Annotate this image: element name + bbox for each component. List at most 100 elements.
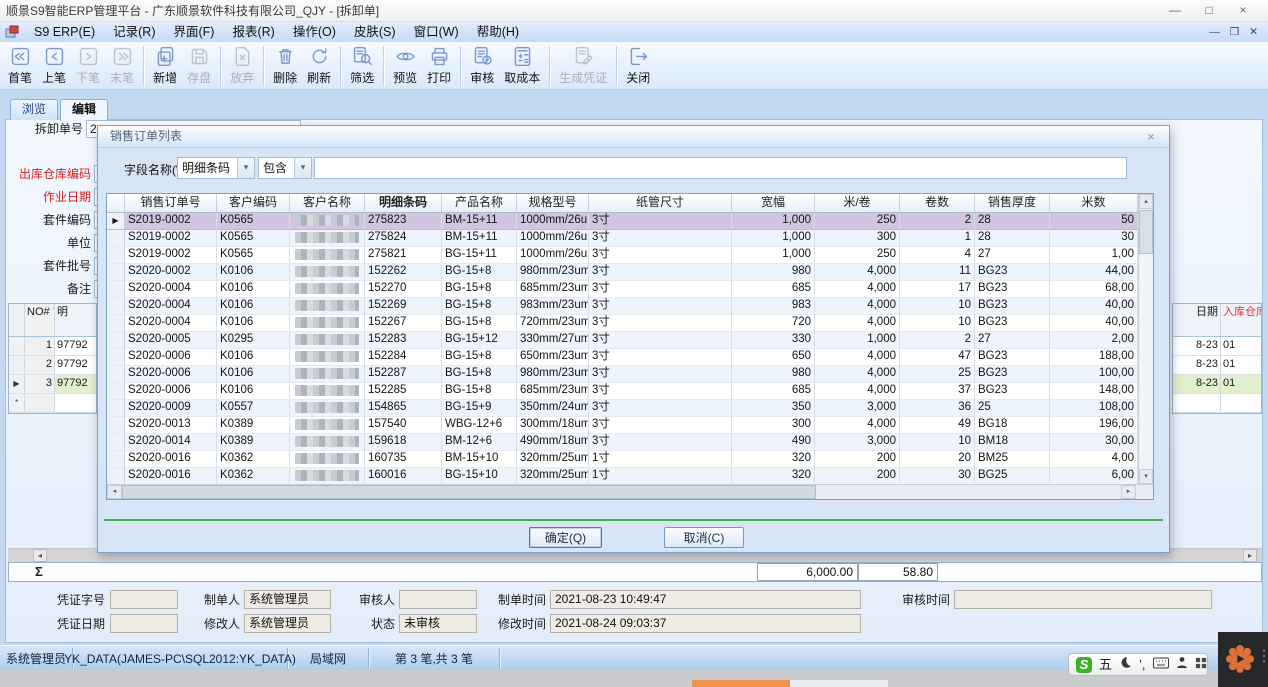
toolbar-preview-eye-button[interactable]: 预览 bbox=[388, 44, 422, 87]
column-header-11[interactable]: 销售厚度 bbox=[975, 194, 1050, 212]
column-header-4[interactable]: 明细条码 bbox=[365, 194, 442, 212]
detail-grid-left[interactable]: NO#明197792297792▶397792* bbox=[8, 303, 97, 414]
sales-table-row-10[interactable]: S2020-0006K0106152287BG-15+8980mm/23um..… bbox=[107, 366, 1138, 383]
hscroll-thumb[interactable] bbox=[122, 485, 816, 499]
menu-item-8[interactable]: 帮助(H) bbox=[468, 23, 528, 42]
column-header-6[interactable]: 规格型号 bbox=[517, 194, 589, 212]
menu-item-4[interactable]: 报表(R) bbox=[223, 23, 283, 42]
mdi-restore-icon[interactable]: ❒ bbox=[1230, 26, 1239, 38]
moon-icon[interactable] bbox=[1119, 656, 1132, 674]
scroll-left-icon[interactable]: ◂ bbox=[33, 549, 47, 562]
corner-app-window[interactable] bbox=[1218, 632, 1268, 687]
left-grid-row-3[interactable]: ▶397792 bbox=[9, 375, 96, 394]
scroll-right-icon[interactable]: ▸ bbox=[1243, 549, 1257, 562]
right-grid-row-1[interactable]: 8-2301 bbox=[1173, 337, 1261, 356]
mdi-close-icon[interactable]: ✕ bbox=[1249, 26, 1258, 38]
dialog-titlebar[interactable]: 销售订单列表 × bbox=[98, 126, 1169, 148]
left-grid-row-1[interactable]: 197792 bbox=[9, 337, 96, 356]
menu-item-5[interactable]: 操作(O) bbox=[284, 23, 345, 42]
right-grid-row-4[interactable] bbox=[1173, 394, 1261, 413]
column-header-7[interactable]: 纸管尺寸 bbox=[589, 194, 732, 212]
chevron-down-icon[interactable]: ▾ bbox=[237, 158, 254, 178]
vscroll-thumb[interactable] bbox=[1139, 210, 1153, 254]
toolbar-delete-trash-button[interactable]: 删除 bbox=[268, 44, 302, 87]
menu-item-1[interactable]: S9 ERP(E) bbox=[25, 23, 104, 42]
column-header-detail[interactable]: 明 bbox=[55, 304, 96, 336]
toolbar-refresh-button[interactable]: 刷新 bbox=[302, 44, 336, 87]
sogou-logo-icon[interactable]: S bbox=[1076, 657, 1092, 673]
sales-table-row-4[interactable]: S2020-0002K0106152262BG-15+8980mm/23um..… bbox=[107, 264, 1138, 281]
sales-table-row-7[interactable]: S2020-0004K0106152267BG-15+8720mm/23um..… bbox=[107, 315, 1138, 332]
sales-table-row-6[interactable]: S2020-0004K0106152269BG-15+8983mm/23um..… bbox=[107, 298, 1138, 315]
right-grid-row-3[interactable]: 8-2301 bbox=[1173, 375, 1261, 394]
window-minimize-icon[interactable]: — bbox=[1158, 0, 1192, 22]
grid-menu-icon[interactable] bbox=[1195, 656, 1207, 674]
sales-table-row-5[interactable]: S2020-0004K0106152270BG-15+8685mm/23um..… bbox=[107, 281, 1138, 298]
column-header-8[interactable]: 宽幅 bbox=[732, 194, 815, 212]
toolbar-cost-calculator-button[interactable]: 取成本 bbox=[499, 44, 545, 87]
dialog-close-icon[interactable]: × bbox=[1143, 126, 1159, 147]
sales-table-row-8[interactable]: S2020-0005K0295152283BG-15+12330mm/27um.… bbox=[107, 332, 1138, 349]
sales-table-row-11[interactable]: S2020-0006K0106152285BG-15+8685mm/23um..… bbox=[107, 383, 1138, 400]
window-close-icon[interactable]: × bbox=[1226, 0, 1260, 22]
keyboard-icon[interactable] bbox=[1153, 656, 1169, 674]
sales-table-row-15[interactable]: S2020-0016K0362160735BM-15+10320mm/25um.… bbox=[107, 451, 1138, 468]
sales-table-row-9[interactable]: S2020-0006K0106152284BG-15+8650mm/23um..… bbox=[107, 349, 1138, 366]
column-header-12[interactable]: 米数 bbox=[1050, 194, 1138, 212]
toolbar-filter-search-button[interactable]: 筛选 bbox=[345, 44, 379, 87]
toolbar-prev-record-button[interactable]: 上笔 bbox=[37, 44, 71, 87]
right-grid-row-2[interactable]: 8-2301 bbox=[1173, 356, 1261, 375]
filter-field-select[interactable]: 明细条码 ▾ bbox=[177, 157, 255, 179]
cancel-button[interactable]: 取消(C) bbox=[664, 527, 744, 548]
toolbar-print-button[interactable]: 打印 bbox=[422, 44, 456, 87]
filter-operator-select[interactable]: 包含 ▾ bbox=[258, 157, 312, 179]
scroll-left-icon[interactable]: ◂ bbox=[107, 485, 122, 499]
menu-item-3[interactable]: 界面(F) bbox=[165, 23, 224, 42]
mdi-minimize-icon[interactable]: — bbox=[1209, 26, 1220, 38]
sales-table-row-1[interactable]: ▶S2019-0002K0565275823BM-15+111000mm/26u… bbox=[107, 213, 1138, 230]
column-header-9[interactable]: 米/卷 bbox=[815, 194, 900, 212]
sales-table-row-3[interactable]: S2019-0002K0565275821BG-15+111000mm/26u.… bbox=[107, 247, 1138, 264]
scroll-up-icon[interactable]: ▴ bbox=[1139, 194, 1153, 209]
left-grid-row-2[interactable]: 297792 bbox=[9, 356, 96, 375]
sales-table-row-2[interactable]: S2019-0002K0565275824BM-15+111000mm/26u.… bbox=[107, 230, 1138, 247]
person-icon[interactable] bbox=[1176, 656, 1188, 674]
column-header-date[interactable]: 日期 bbox=[1173, 304, 1221, 336]
left-grid-row-4[interactable]: * bbox=[9, 394, 96, 413]
column-header-2[interactable]: 客户编码 bbox=[217, 194, 290, 212]
filter-value-input[interactable] bbox=[314, 157, 1127, 179]
column-header-1[interactable]: 销售订单号 bbox=[125, 194, 217, 212]
column-header-no[interactable]: NO# bbox=[25, 304, 55, 336]
taskbar-item[interactable] bbox=[790, 680, 888, 687]
column-header-5[interactable]: 产品名称 bbox=[442, 194, 517, 212]
chevron-down-icon[interactable]: ▾ bbox=[294, 158, 311, 178]
toolbar-audit-button[interactable]: 审核 bbox=[465, 44, 499, 87]
ime-punct-label[interactable]: ’, bbox=[1139, 657, 1146, 673]
window-titlebar[interactable]: 顺景S9智能ERP管理平台 - 广东顺景软件科技有限公司_QJY - [拆卸单]… bbox=[0, 0, 1268, 22]
column-header-10[interactable]: 卷数 bbox=[900, 194, 975, 212]
ime-toolbar[interactable]: S 五 ’, bbox=[1068, 653, 1208, 676]
detail-grid-right[interactable]: 日期入库仓库8-23018-23018-2301 bbox=[1172, 303, 1262, 414]
toolbar-first-record-button[interactable]: 首笔 bbox=[3, 44, 37, 87]
sales-table-row-12[interactable]: S2020-0009K0557154865BG-15+9350mm/24um..… bbox=[107, 400, 1138, 417]
table-hscrollbar[interactable]: ◂ ▸ bbox=[107, 484, 1153, 499]
menu-item-7[interactable]: 窗口(W) bbox=[405, 23, 468, 42]
window-maximize-icon[interactable]: □ bbox=[1192, 0, 1226, 22]
sales-table-row-16[interactable]: S2020-0016K0362160016BG-15+10320mm/25um.… bbox=[107, 468, 1138, 485]
toolbar-close-exit-button[interactable]: 关闭 bbox=[621, 44, 655, 87]
taskbar-item-active[interactable] bbox=[692, 680, 790, 687]
menu-item-6[interactable]: 皮肤(S) bbox=[345, 23, 405, 42]
confirm-button[interactable]: 确定(Q) bbox=[529, 527, 602, 548]
column-header-3[interactable]: 客户名称 bbox=[290, 194, 365, 212]
sales-order-table[interactable]: 销售订单号客户编码客户名称明细条码产品名称规格型号纸管尺寸宽幅米/卷卷数销售厚度… bbox=[106, 193, 1154, 500]
scroll-right-icon[interactable]: ▸ bbox=[1121, 485, 1136, 499]
tab-browse[interactable]: 浏览 bbox=[10, 99, 58, 120]
sales-table-row-13[interactable]: S2020-0013K0389157540WBG-12+6300mm/18um.… bbox=[107, 417, 1138, 434]
menu-item-2[interactable]: 记录(R) bbox=[104, 23, 164, 42]
toolbar-add-new-button[interactable]: 新增 bbox=[148, 44, 182, 87]
tab-edit[interactable]: 编辑 bbox=[60, 99, 108, 121]
scroll-down-icon[interactable]: ▾ bbox=[1139, 469, 1153, 484]
table-vscrollbar[interactable]: ▴ ▾ bbox=[1138, 194, 1153, 484]
ime-mode-label[interactable]: 五 bbox=[1099, 657, 1112, 673]
sales-table-row-14[interactable]: S2020-0014K0389159618BM-12+6490mm/18um..… bbox=[107, 434, 1138, 451]
